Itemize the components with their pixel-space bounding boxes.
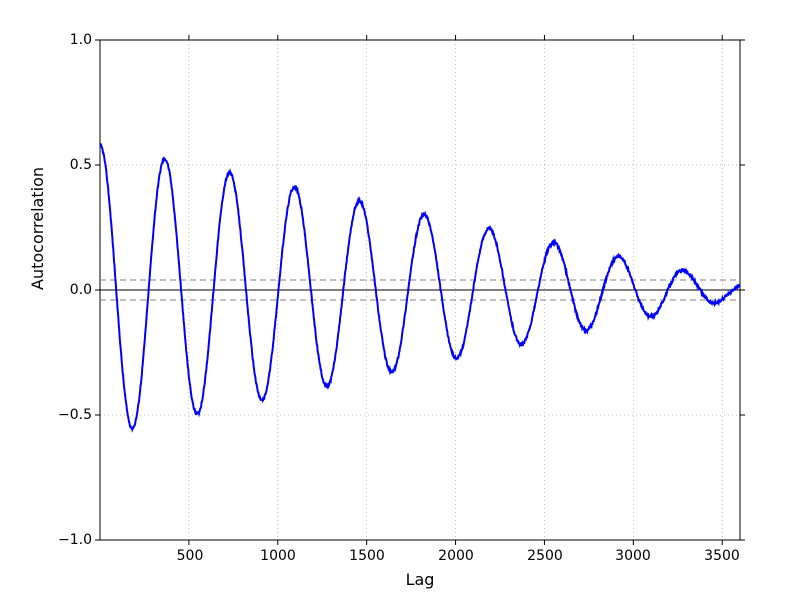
y-tick-label: 0.0 [52, 282, 92, 298]
figure: −1.0 −0.5 0.0 0.5 1.0 500 1000 1500 2000… [0, 0, 800, 600]
axes [100, 40, 740, 540]
y-tick-label: 1.0 [52, 32, 92, 48]
acf-series [100, 144, 740, 430]
y-tick-label: −0.5 [52, 407, 92, 423]
x-tick-label: 3000 [613, 548, 653, 564]
x-tick-label: 3500 [702, 548, 742, 564]
y-tick-label: −1.0 [52, 532, 92, 548]
plot-area [100, 40, 740, 540]
y-axis-title: Autocorrelation [28, 167, 47, 290]
x-tick-label: 500 [175, 548, 205, 564]
x-tick-label: 2000 [436, 548, 476, 564]
x-tick-label: 2500 [525, 548, 565, 564]
x-tick-label: 1000 [258, 548, 298, 564]
x-axis-title: Lag [406, 570, 435, 589]
y-tick-label: 0.5 [52, 157, 92, 173]
x-tick-label: 1500 [347, 548, 387, 564]
